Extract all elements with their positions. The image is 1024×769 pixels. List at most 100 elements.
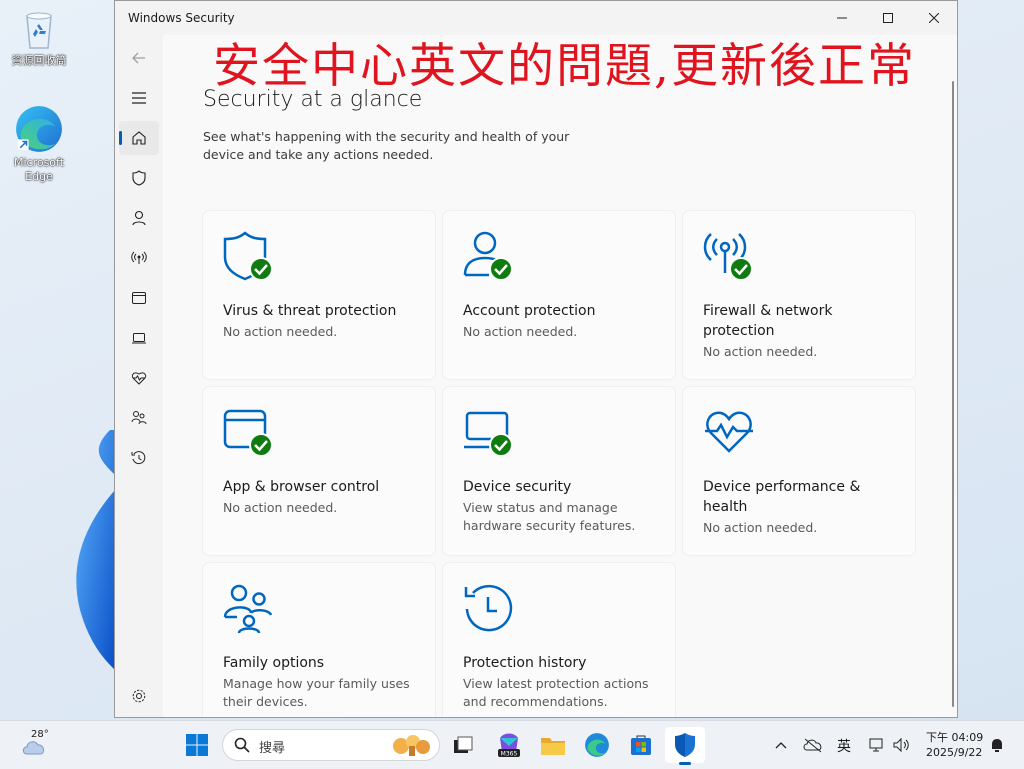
laptop-icon [464, 411, 513, 457]
card-description: Manage how your family uses their device… [223, 676, 410, 709]
browser-window-icon [132, 292, 146, 304]
page-description: See what's happening with the security a… [203, 129, 570, 162]
heart-pulse-icon [131, 372, 147, 385]
folder-icon [541, 738, 565, 755]
menu-icon [132, 92, 146, 104]
home-icon [132, 131, 146, 145]
shield-icon [675, 733, 695, 757]
card-title: Virus & threat protection [223, 303, 397, 319]
card-title: Firewall & network protection [703, 303, 833, 339]
menu-button[interactable] [119, 81, 159, 115]
family-icon [223, 584, 273, 634]
card-title: Device security [463, 479, 572, 495]
recycle-bin-icon [26, 12, 52, 49]
card-status: No action needed. [703, 520, 818, 535]
main-content: 安全中心英文的問題,更新後正常 Security at a glance See… [163, 35, 957, 717]
card-family-options[interactable]: Family options Manage how your family us… [203, 563, 435, 717]
ime-indicator[interactable]: 英 [837, 736, 851, 756]
card-protection-history[interactable]: Protection history View latest protectio… [443, 563, 675, 717]
active-indicator [679, 762, 691, 765]
edge-icon [16, 106, 62, 152]
history-icon [131, 451, 146, 465]
nav-virus-protection[interactable] [119, 161, 159, 195]
maximize-button[interactable] [865, 1, 911, 35]
card-title: Account protection [463, 303, 596, 319]
person-icon [463, 231, 513, 281]
edge-icon [585, 733, 609, 757]
card-title: Protection history [463, 655, 587, 671]
file-explorer-button[interactable] [537, 729, 569, 761]
sidebar-nav [115, 35, 163, 717]
desktop-icon-recycle-bin[interactable]: 資源回收筒 [7, 8, 71, 68]
shield-icon [223, 231, 273, 281]
card-app-browser-control[interactable]: App & browser control No action needed. [203, 387, 435, 555]
card-virus-threat-protection[interactable]: Virus & threat protection No action need… [203, 211, 435, 379]
card-status: No action needed. [223, 324, 338, 339]
chevron-up-icon [775, 742, 787, 749]
start-button[interactable] [181, 729, 213, 761]
nav-family-options[interactable] [119, 401, 159, 435]
title-bar[interactable]: Windows Security [115, 1, 957, 35]
card-title: Device performance & health [703, 479, 861, 515]
history-icon [464, 584, 513, 632]
nav-firewall[interactable] [119, 241, 159, 275]
network-icon [869, 738, 883, 752]
maximize-icon [883, 13, 893, 23]
back-button[interactable] [119, 41, 159, 75]
volume-tray-button[interactable] [888, 729, 914, 761]
back-icon [132, 52, 145, 64]
search-icon [234, 737, 250, 753]
card-title: App & browser control [223, 479, 380, 495]
store-button[interactable] [625, 729, 657, 761]
search-highlight-icon [393, 735, 430, 756]
card-account-protection[interactable]: Account protection No action needed. [443, 211, 675, 379]
card-title: Family options [223, 655, 325, 671]
network-tray-button[interactable] [864, 729, 890, 761]
edge-taskbar-button[interactable] [581, 729, 613, 761]
windows-security-window: Windows Security 安全中心英文的問題,更新後正常 Securit… [114, 0, 958, 718]
cloud-offline-icon [803, 738, 822, 753]
desktop-icon-edge[interactable]: Microsoft Edge [7, 104, 71, 184]
weather-temperature: 28° [31, 729, 49, 740]
card-status: No action needed. [703, 344, 818, 359]
window-title: Windows Security [128, 11, 235, 25]
nav-app-browser[interactable] [119, 281, 159, 315]
notifications-button[interactable] [984, 729, 1010, 761]
nav-protection-history[interactable] [119, 441, 159, 475]
nav-home[interactable] [119, 121, 159, 155]
gear-icon [132, 689, 146, 703]
card-firewall-network-protection[interactable]: Firewall & network protection No action … [683, 211, 915, 379]
close-button[interactable] [911, 1, 957, 35]
person-icon [132, 210, 146, 226]
nav-device-security[interactable] [119, 321, 159, 355]
settings-button[interactable] [119, 679, 159, 713]
minimize-icon [837, 17, 847, 19]
windows-security-taskbar-button[interactable] [665, 727, 705, 765]
nav-device-performance[interactable] [119, 361, 159, 395]
family-icon [131, 411, 147, 425]
taskbar-search[interactable]: 搜尋 [222, 729, 440, 761]
shield-icon [132, 170, 146, 186]
card-device-security[interactable]: Device security View status and manage h… [443, 387, 675, 555]
scrollbar[interactable] [952, 81, 954, 707]
desktop-icon-label: 資源回收筒 [11, 54, 67, 67]
search-placeholder: 搜尋 [259, 741, 286, 756]
task-view-button[interactable] [447, 729, 479, 761]
browser-window-icon [223, 409, 273, 457]
heart-pulse-icon [705, 411, 753, 453]
task-view-icon [454, 736, 473, 753]
bell-icon [992, 739, 1002, 752]
card-device-performance-health[interactable]: Device performance & health No action ne… [683, 387, 915, 555]
card-description: View status and manage hardware security… [463, 500, 636, 533]
nav-account-protection[interactable] [119, 201, 159, 235]
speaker-icon [893, 737, 909, 753]
wifi-antenna-icon [703, 233, 753, 281]
clock-date[interactable]: 2025/9/22 [926, 746, 982, 759]
onedrive-tray-button[interactable] [798, 729, 828, 761]
minimize-button[interactable] [819, 1, 865, 35]
page-title: Security at a glance [203, 87, 423, 112]
tray-overflow-button[interactable] [766, 729, 796, 761]
clock-time[interactable]: 下午 04:09 [926, 729, 983, 745]
windows-logo-icon [186, 734, 208, 756]
copilot-m365-button[interactable]: M365 [493, 729, 525, 761]
